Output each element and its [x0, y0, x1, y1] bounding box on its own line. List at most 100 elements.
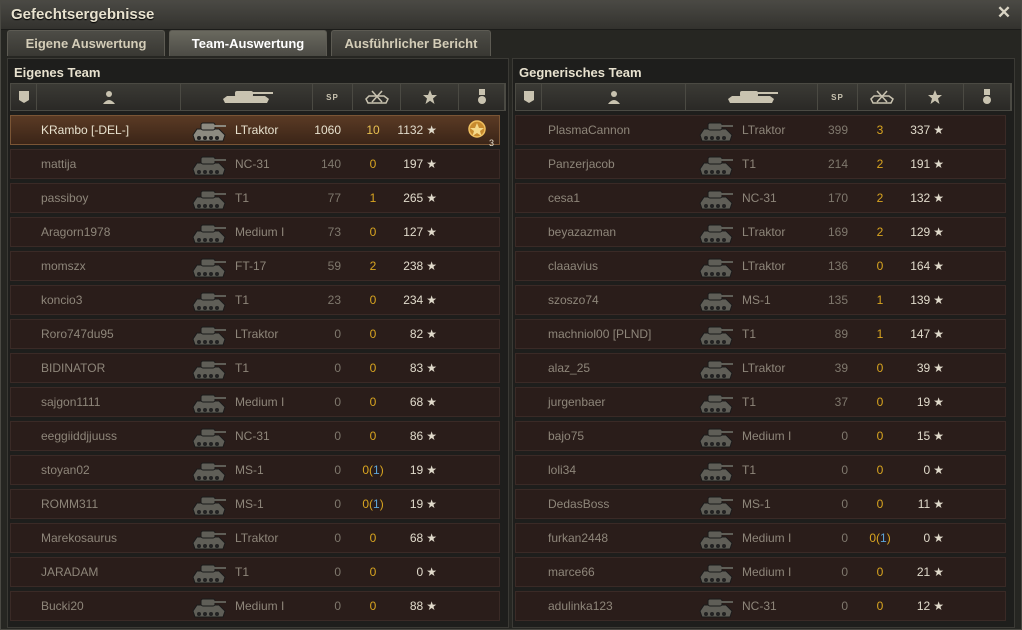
table-row[interactable]: machniol00 [PLND] T1 89 1 147 ★ [515, 319, 1006, 349]
tank-icon [696, 321, 736, 354]
player-name: beyazazman [548, 225, 617, 239]
tank-icon [696, 151, 736, 184]
frags-column-header[interactable] [353, 84, 401, 110]
xp-value: 39 ★ [894, 354, 944, 382]
tab-ausfuehrlicher-bericht[interactable]: Ausführlicher Bericht [331, 30, 491, 56]
tab-team-auswertung[interactable]: Team-Auswertung [169, 30, 327, 56]
xp-value: 15 ★ [894, 422, 944, 450]
star-icon: ★ [933, 497, 944, 511]
xp-value: 86 ★ [387, 422, 437, 450]
xp-count: 19 [409, 463, 424, 477]
table-row[interactable]: bajo75 Medium I 0 0 15 ★ [515, 421, 1006, 451]
table-row[interactable]: Marekosaurus LTraktor 0 0 68 ★ [10, 523, 500, 553]
table-row[interactable]: jurgenbaer T1 37 0 19 ★ [515, 387, 1006, 417]
xp-column-header[interactable] [401, 84, 459, 110]
table-row[interactable]: marce66 Medium I 0 0 21 ★ [515, 557, 1006, 587]
xp-value: 127 ★ [387, 218, 437, 246]
table-row[interactable]: momszx FT-17 59 2 238 ★ [10, 251, 500, 281]
xp-value: 164 ★ [894, 252, 944, 280]
player-column-header[interactable] [542, 84, 686, 110]
star-icon: ★ [426, 225, 437, 239]
damage-value: 37 [834, 395, 848, 409]
table-row[interactable]: furkan2448 Medium I 0 0(1) 0 ★ [515, 523, 1006, 553]
frags-count: 0 [369, 293, 377, 307]
table-row[interactable]: DedasBoss MS-1 0 0 11 ★ [515, 489, 1006, 519]
tank-icon [189, 117, 229, 150]
table-row[interactable]: Panzerjacob T1 214 2 191 ★ [515, 149, 1006, 179]
tank-icon [189, 219, 229, 252]
xp-value: 0 ★ [894, 456, 944, 484]
xp-value: 147 ★ [894, 320, 944, 348]
frags-count: 0 [876, 361, 884, 375]
xp-column-header[interactable] [906, 84, 964, 110]
table-row[interactable]: PlasmaCannon LTraktor 399 3 337 ★ [515, 115, 1006, 145]
player-column-header[interactable] [37, 84, 181, 110]
star-icon: ★ [933, 531, 944, 545]
xp-count: 11 [917, 497, 931, 511]
damage-value: 399 [827, 123, 848, 137]
player-name: ROMM311 [41, 497, 99, 511]
enemy-team-panel: Gegnerisches Team SP PlasmaCannon LTrakto… [512, 58, 1015, 628]
damage-value: 0 [334, 429, 341, 443]
xp-count: 0 [923, 463, 931, 477]
medal-icon [476, 89, 488, 105]
table-row[interactable]: Bucki20 Medium I 0 0 88 ★ [10, 591, 500, 621]
damage-value: 0 [334, 531, 341, 545]
table-row[interactable]: eeggiiddjjuuss NC-31 0 0 86 ★ [10, 421, 500, 451]
table-row[interactable]: adulinka123 NC-31 0 0 12 ★ [515, 591, 1006, 621]
table-row[interactable]: mattija NC-31 140 0 197 ★ [10, 149, 500, 179]
table-row[interactable]: cesa1 NC-31 170 2 132 ★ [515, 183, 1006, 213]
table-row[interactable]: Roro747du95 LTraktor 0 0 82 ★ [10, 319, 500, 349]
medal-count: 3 [488, 138, 494, 148]
medal-column-header[interactable] [459, 84, 505, 110]
player-name: jurgenbaer [548, 395, 606, 409]
tank-icon [696, 525, 736, 558]
platoon-column-header[interactable] [516, 84, 542, 110]
enemy-team-title: Gegnerisches Team [519, 65, 642, 80]
tank-column-header[interactable] [686, 84, 818, 110]
table-row[interactable]: szoszo74 MS-1 135 1 139 ★ [515, 285, 1006, 315]
table-row[interactable]: claaavius LTraktor 136 0 164 ★ [515, 251, 1006, 281]
table-row[interactable]: Aragorn1978 Medium I 73 0 127 ★ [10, 217, 500, 247]
table-row-current-player[interactable]: KRambo [-DEL-] LTraktor 1060 10 1132 ★ 3 [10, 115, 500, 148]
frags-count: 0 [369, 225, 377, 239]
medal-column-header[interactable] [964, 84, 1011, 110]
damage-value: 23 [327, 293, 341, 307]
tank-icon [189, 355, 229, 388]
tank-icon [696, 287, 736, 320]
xp-value: 82 ★ [387, 320, 437, 348]
tank-column-header[interactable] [181, 84, 313, 110]
star-icon: ★ [426, 497, 437, 511]
close-icon[interactable]: ✕ [995, 4, 1013, 22]
tank-icon [189, 253, 229, 286]
star-icon: ★ [933, 599, 944, 613]
xp-value: 19 ★ [894, 388, 944, 416]
damage-column-header[interactable]: SP [313, 84, 353, 110]
table-row[interactable]: beyazazman LTraktor 169 2 129 ★ [515, 217, 1006, 247]
xp-count: 0 [923, 531, 931, 545]
table-row[interactable]: sajgon1111 Medium I 0 0 68 ★ [10, 387, 500, 417]
star-icon [422, 89, 438, 105]
table-row[interactable]: ROMM311 MS-1 0 0(1) 19 ★ [10, 489, 500, 519]
platoon-column-header[interactable] [11, 84, 37, 110]
table-row[interactable]: loli34 T1 0 0 0 ★ [515, 455, 1006, 485]
tank-icon [696, 423, 736, 456]
tank-icon [189, 559, 229, 592]
frags-count: 0 [369, 429, 377, 443]
star-icon: ★ [933, 327, 944, 341]
table-row[interactable]: koncio3 T1 23 0 234 ★ [10, 285, 500, 315]
table-row[interactable]: stoyan02 MS-1 0 0(1) 19 ★ [10, 455, 500, 485]
frags-column-header[interactable] [858, 84, 906, 110]
xp-count: 238 [403, 259, 424, 273]
tank-icon [189, 457, 229, 490]
table-row[interactable]: BIDINATOR T1 0 0 83 ★ [10, 353, 500, 383]
damage-column-header[interactable]: SP [818, 84, 858, 110]
table-row[interactable]: alaz_25 LTraktor 39 0 39 ★ [515, 353, 1006, 383]
damage-value: 0 [334, 327, 341, 341]
table-row[interactable]: JARADAM T1 0 0 0 ★ [10, 557, 500, 587]
star-icon: ★ [426, 123, 437, 137]
title-bar: Gefechtsergebnisse ✕ [1, 1, 1021, 30]
table-row[interactable]: passiboy T1 77 1 265 ★ [10, 183, 500, 213]
tab-eigene-auswertung[interactable]: Eigene Auswertung [7, 30, 165, 56]
xp-count: 265 [403, 191, 424, 205]
